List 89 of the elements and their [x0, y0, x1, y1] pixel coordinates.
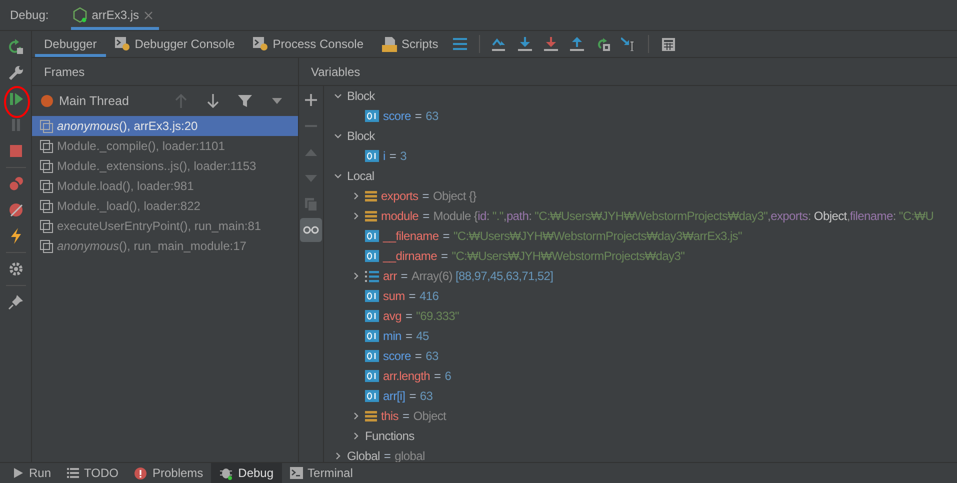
annotation-circle [3, 85, 31, 119]
variable-entry: arr = Array(6) [88,97,45,63,71,52] [383, 269, 554, 283]
expand-chevron-icon[interactable] [352, 212, 360, 220]
primitive-type-icon [365, 310, 379, 322]
glasses-icon[interactable] [300, 218, 322, 242]
frame-label: Module._load(), loader:822 [57, 199, 200, 213]
primitive-type-icon [365, 110, 379, 122]
frame-label: anonymous(), run_main_module:17 [57, 239, 246, 253]
variable-entry: __dirname = "C:₩Users₩JYH₩WebstormProjects₩day3" [383, 249, 685, 263]
primitive-type-icon [365, 250, 379, 262]
frame-icon [40, 140, 53, 152]
frame-label: executeUserEntryPoint(), run_main:81 [57, 219, 262, 233]
frames-header: Frames [32, 58, 298, 86]
collapse-chevron-icon[interactable] [334, 92, 342, 100]
object-type-icon [365, 210, 377, 222]
terminal-icon [290, 467, 303, 479]
scope-label: Block [347, 89, 375, 103]
debugger-tab[interactable]: Debugger Console [106, 31, 244, 57]
js-file-icon [382, 36, 397, 52]
scope-label: Local [347, 169, 374, 183]
console-icon [252, 37, 268, 51]
frame-row[interactable]: Module._extensions..js(), loader:1153 [32, 156, 298, 176]
frame-icon [40, 200, 53, 212]
frame-row[interactable]: Module._compile(), loader:1101 [32, 136, 298, 156]
expand-chevron-icon[interactable] [352, 272, 360, 280]
object-type-icon [365, 190, 377, 202]
debugger-tab[interactable]: Process Console [244, 31, 373, 57]
frame-icon [40, 120, 53, 132]
console-icon [114, 37, 130, 51]
collapse-chevron-icon[interactable] [334, 172, 342, 180]
array-type-icon [365, 270, 379, 282]
variable-entry: arr.length = 6 [383, 369, 452, 383]
scope-label: Functions [365, 429, 414, 443]
tool-window-tab[interactable]: Debug [211, 463, 282, 483]
debugger-tab[interactable]: Debugger [35, 31, 106, 57]
close-icon [144, 10, 154, 20]
expand-chevron-icon[interactable] [334, 452, 342, 460]
debug-label: Debug: [10, 8, 49, 22]
frame-icon [40, 240, 53, 252]
frame-label: Module._compile(), loader:1101 [57, 139, 225, 153]
variable-entry: arr[i] = 63 [383, 389, 433, 403]
expand-chevron-icon[interactable] [352, 192, 360, 200]
primitive-type-icon [365, 350, 379, 362]
run-icon [12, 467, 24, 479]
variable-entry: avg = "69.333" [383, 309, 459, 323]
variable-entry: this = Object [381, 409, 446, 423]
variable-entry: exports = Object {} [381, 189, 476, 203]
expand-chevron-icon[interactable] [352, 412, 360, 420]
primitive-type-icon [365, 390, 379, 402]
variable-entry: i = 3 [383, 149, 406, 163]
frame-label: Module._extensions..js(), loader:1153 [57, 159, 256, 173]
tool-window-tab[interactable]: Terminal [282, 463, 361, 483]
primitive-type-icon [365, 150, 379, 162]
frame-row[interactable]: Module.load(), loader:981 [32, 176, 298, 196]
tool-window-tab[interactable]: Run [4, 463, 60, 483]
frame-icon [40, 180, 53, 192]
object-type-icon [365, 410, 377, 422]
thread-status-icon [41, 95, 53, 107]
error-icon [134, 466, 148, 480]
frame-row[interactable]: Module._load(), loader:822 [32, 196, 298, 216]
tool-window-tab[interactable]: Problems [126, 463, 212, 483]
tool-window-tab[interactable]: TODO [59, 463, 126, 483]
primitive-type-icon [365, 330, 379, 342]
primitive-type-icon [365, 230, 379, 242]
scope-label: Block [347, 129, 375, 143]
variable-entry: sum = 416 [383, 289, 439, 303]
frame-label: anonymous(), arrEx3.js:20 [57, 119, 198, 133]
variables-header: Variables [299, 58, 957, 86]
expand-chevron-icon[interactable] [352, 432, 360, 440]
collapse-chevron-icon[interactable] [334, 132, 342, 140]
variable-entry: score = 63 [383, 349, 438, 363]
frame-label: Module.load(), loader:981 [57, 179, 194, 193]
variable-entry: min = 45 [383, 329, 429, 343]
nodejs-icon [72, 7, 87, 23]
variable-entry: score = 63 [383, 109, 438, 123]
list-icon [67, 467, 80, 479]
file-tab[interactable]: arrEx3.js [70, 0, 160, 30]
frame-row[interactable]: executeUserEntryPoint(), run_main:81 [32, 216, 298, 236]
debugger-tab[interactable]: Scripts [372, 31, 448, 57]
primitive-type-icon [365, 370, 379, 382]
thread-name[interactable]: Main Thread [59, 94, 162, 108]
variable-entry: module = Module {id: ".",path: "C:₩Users₩JYH₩WebstormProjects₩day3",exports: Object,filename: "C:₩U [381, 209, 934, 223]
frame-icon [40, 160, 53, 172]
variable-entry: __filename = "C:₩Users₩JYH₩WebstormProjects₩day3₩arrEx3.js" [383, 229, 742, 243]
frame-row[interactable]: anonymous(), run_main_module:17 [32, 236, 298, 256]
frame-icon [40, 220, 53, 232]
frame-row[interactable]: anonymous(), arrEx3.js:20 [32, 116, 298, 136]
bug-icon [219, 466, 234, 480]
primitive-type-icon [365, 290, 379, 302]
